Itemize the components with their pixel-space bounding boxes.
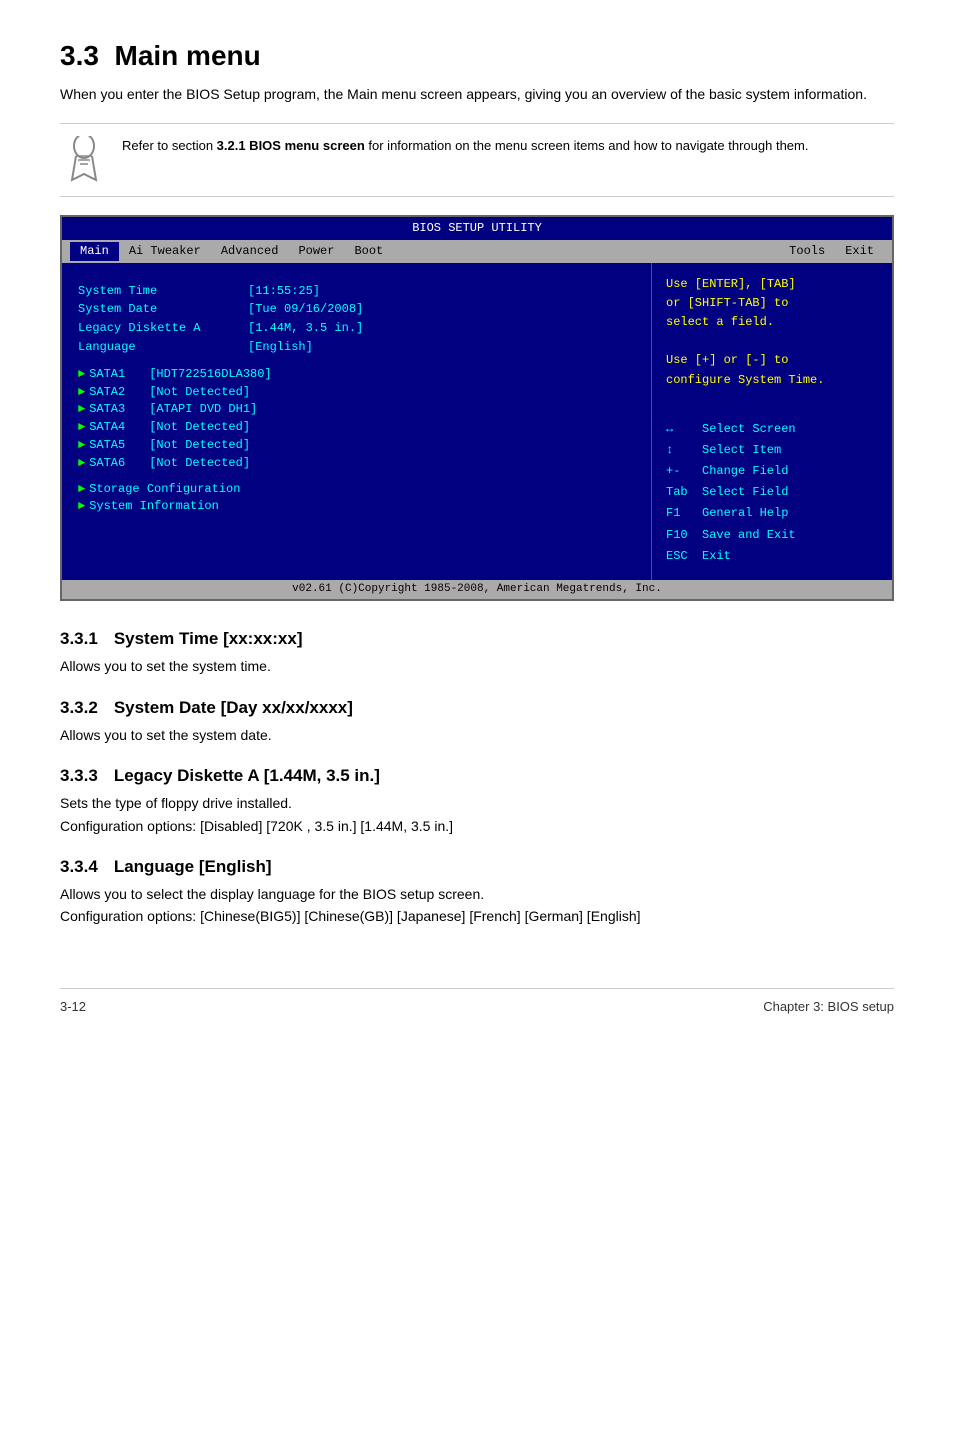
bios-key-general-help: F1 General Help: [666, 504, 878, 523]
subsection-334-body2: Configuration options: [Chinese(BIG5)] […: [60, 905, 894, 927]
subsection-331-body: Allows you to set the system time.: [60, 655, 894, 677]
bios-menu-ai-tweaker[interactable]: Ai Tweaker: [119, 242, 211, 261]
bios-body: System Time [11:55:25] System Date [Tue …: [62, 263, 892, 580]
bios-menu-bar: Main Ai Tweaker Advanced Power Boot Tool…: [62, 240, 892, 263]
subsection-333-number: 3.3.3: [60, 766, 98, 786]
bios-sata4: ► SATA4 [Not Detected]: [78, 419, 635, 436]
subsection-331-number: 3.3.1: [60, 629, 98, 649]
subsection-331-title: System Time [xx:xx:xx]: [114, 629, 303, 649]
bios-screen: BIOS SETUP UTILITY Main Ai Tweaker Advan…: [60, 215, 894, 601]
bios-sata5: ► SATA5 [Not Detected]: [78, 437, 635, 454]
subsection-334: 3.3.4 Language [English] Allows you to s…: [60, 857, 894, 928]
bios-system-info: ► System Information: [78, 498, 635, 515]
subsection-332-body: Allows you to set the system date.: [60, 724, 894, 746]
bios-storage-config: ► Storage Configuration: [78, 481, 635, 498]
bios-key-select-screen: ↔ Select Screen: [666, 420, 878, 439]
bios-field-language: Language [English]: [78, 339, 635, 356]
bios-help-bottom: ↔ Select Screen ↕ Select Item +- Change …: [666, 420, 878, 566]
bios-key-select-item: ↕ Select Item: [666, 441, 878, 460]
bios-menu-power[interactable]: Power: [288, 242, 344, 261]
bios-sata2: ► SATA2 [Not Detected]: [78, 384, 635, 401]
bios-key-change-field: +- Change Field: [666, 462, 878, 481]
subsection-333-body: Sets the type of floppy drive installed.: [60, 792, 894, 814]
bios-field-system-date: System Date [Tue 09/16/2008]: [78, 301, 635, 318]
page-footer-right: Chapter 3: BIOS setup: [763, 999, 894, 1014]
bios-help-top: Use [ENTER], [TAB] or [SHIFT-TAB] to sel…: [666, 275, 878, 390]
page-footer: 3-12 Chapter 3: BIOS setup: [60, 988, 894, 1014]
bios-menu-advanced[interactable]: Advanced: [211, 242, 289, 261]
subsection-333-body2: Configuration options: [Disabled] [720K …: [60, 815, 894, 837]
section-title: 3.3 Main menu: [60, 40, 894, 72]
bios-title-bar: BIOS SETUP UTILITY: [62, 217, 892, 240]
bios-menu-exit[interactable]: Exit: [835, 242, 884, 261]
bios-menu-tools[interactable]: Tools: [779, 242, 835, 261]
bios-left-panel: System Time [11:55:25] System Date [Tue …: [62, 263, 652, 580]
bios-field-system-time: System Time [11:55:25]: [78, 283, 635, 300]
intro-paragraph: When you enter the BIOS Setup program, t…: [60, 84, 894, 105]
note-bold-text: 3.2.1 BIOS menu screen: [217, 138, 365, 153]
subsection-332-title: System Date [Day xx/xx/xxxx]: [114, 698, 353, 718]
subsection-334-number: 3.3.4: [60, 857, 98, 877]
bios-menu-main[interactable]: Main: [70, 242, 119, 261]
bios-key-esc: ESC Exit: [666, 547, 878, 566]
bios-sata3: ► SATA3 [ATAPI DVD DH1]: [78, 401, 635, 418]
subsection-332: 3.3.2 System Date [Day xx/xx/xxxx] Allow…: [60, 698, 894, 746]
bios-right-panel: Use [ENTER], [TAB] or [SHIFT-TAB] to sel…: [652, 263, 892, 580]
subsection-333-title: Legacy Diskette A [1.44M, 3.5 in.]: [114, 766, 380, 786]
bios-field-legacy-diskette: Legacy Diskette A [1.44M, 3.5 in.]: [78, 320, 635, 337]
subsection-334-body: Allows you to select the display languag…: [60, 883, 894, 905]
bios-sata6: ► SATA6 [Not Detected]: [78, 455, 635, 472]
note-text: Refer to section 3.2.1 BIOS menu screen …: [122, 136, 808, 157]
bios-key-save-exit: F10 Save and Exit: [666, 526, 878, 545]
subsection-331: 3.3.1 System Time [xx:xx:xx] Allows you …: [60, 629, 894, 677]
subsection-334-title: Language [English]: [114, 857, 272, 877]
bios-key-select-field: Tab Select Field: [666, 483, 878, 502]
bios-sata1: ► SATA1 [HDT722516DLA380]: [78, 366, 635, 383]
note-icon: [60, 136, 108, 184]
subsection-332-number: 3.3.2: [60, 698, 98, 718]
note-box: Refer to section 3.2.1 BIOS menu screen …: [60, 123, 894, 197]
subsection-333: 3.3.3 Legacy Diskette A [1.44M, 3.5 in.]…: [60, 766, 894, 837]
page-footer-left: 3-12: [60, 999, 86, 1014]
bios-footer: v02.61 (C)Copyright 1985-2008, American …: [62, 580, 892, 599]
bios-menu-boot[interactable]: Boot: [344, 242, 393, 261]
